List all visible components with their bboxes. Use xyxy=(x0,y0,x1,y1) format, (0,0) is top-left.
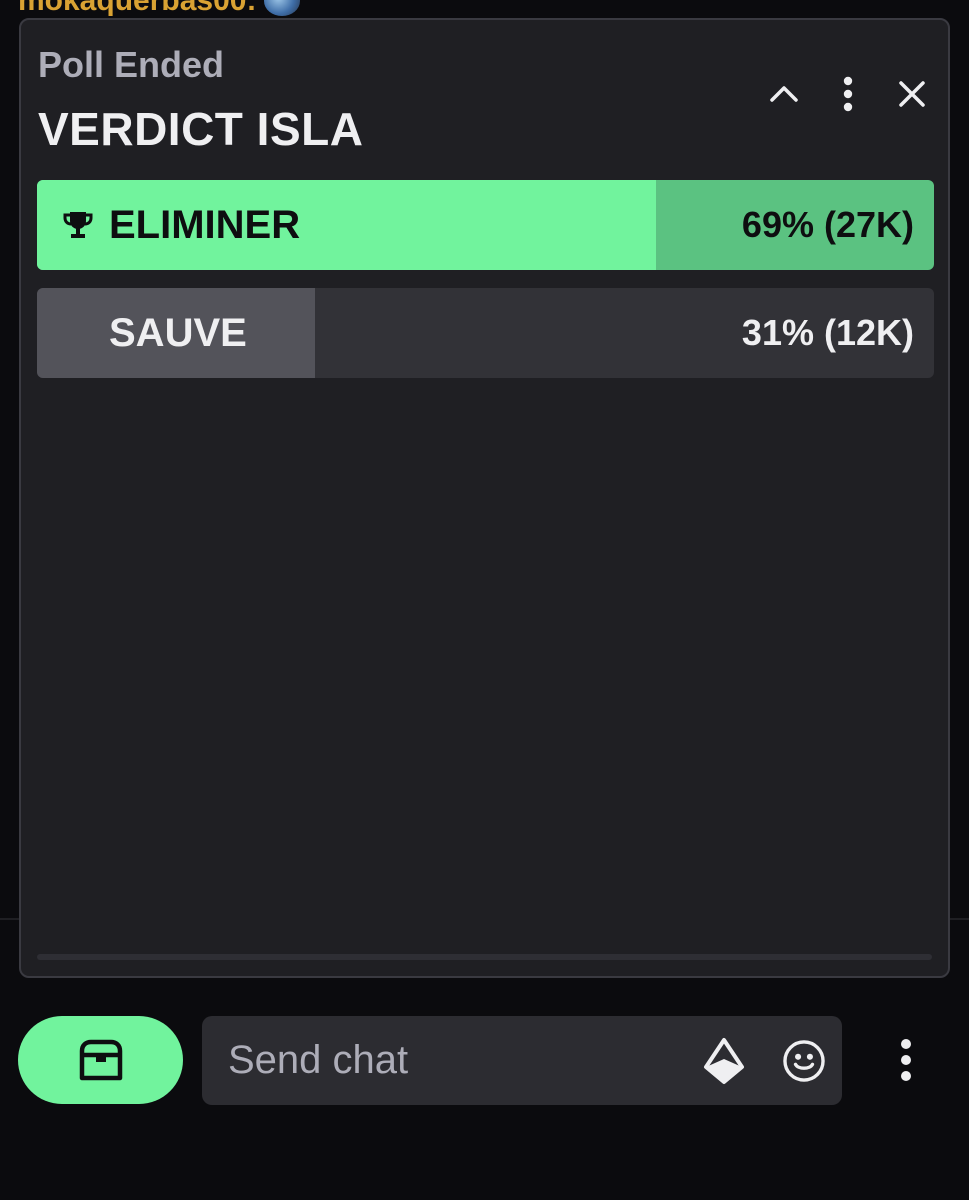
more-vertical-icon xyxy=(843,76,853,112)
chat-input[interactable] xyxy=(228,1038,668,1083)
chat-input-box xyxy=(202,1016,842,1105)
poll-option: SAUVE 31% (12K) xyxy=(37,288,934,378)
poll-option-label: ELIMINER xyxy=(109,202,301,247)
bits-button[interactable] xyxy=(18,1016,183,1104)
poll-option-label-row: SAUVE xyxy=(109,288,247,378)
emote-icon xyxy=(264,0,301,16)
poll-actions xyxy=(762,72,934,116)
poll-option-label-row: ELIMINER xyxy=(61,180,300,270)
poll-option-result: 31% (12K) xyxy=(741,312,914,353)
more-vertical-icon xyxy=(901,1039,911,1081)
poll-option-result: 69% (27K) xyxy=(741,204,914,245)
chat-username[interactable]: mokaquerbas00: xyxy=(18,0,256,16)
close-icon xyxy=(899,81,925,107)
close-poll-button[interactable] xyxy=(890,72,934,116)
chat-message: mokaquerbas00: xyxy=(18,0,301,16)
treasure-chest-icon xyxy=(79,1039,122,1081)
poll-scroll-track xyxy=(37,954,932,960)
chat-input-icons xyxy=(702,1016,826,1105)
bits-diamond-icon xyxy=(704,1037,744,1084)
poll-more-button[interactable] xyxy=(826,72,870,116)
chat-settings-button[interactable] xyxy=(884,1034,928,1086)
collapse-button[interactable] xyxy=(762,72,806,116)
poll-option-label: SAUVE xyxy=(109,310,247,355)
smiley-icon xyxy=(783,1039,825,1082)
bits-cheer-button[interactable] xyxy=(702,1037,746,1084)
chevron-up-icon xyxy=(770,86,798,102)
trophy-icon xyxy=(63,212,93,238)
poll-card: Poll Ended VERDICT ISLA ELIMINER 69% (27… xyxy=(19,18,950,978)
poll-title: VERDICT ISLA xyxy=(38,103,364,155)
emote-picker-button[interactable] xyxy=(782,1039,826,1083)
poll-status: Poll Ended xyxy=(38,44,225,85)
poll-option-winner: ELIMINER 69% (27K) xyxy=(37,180,934,270)
